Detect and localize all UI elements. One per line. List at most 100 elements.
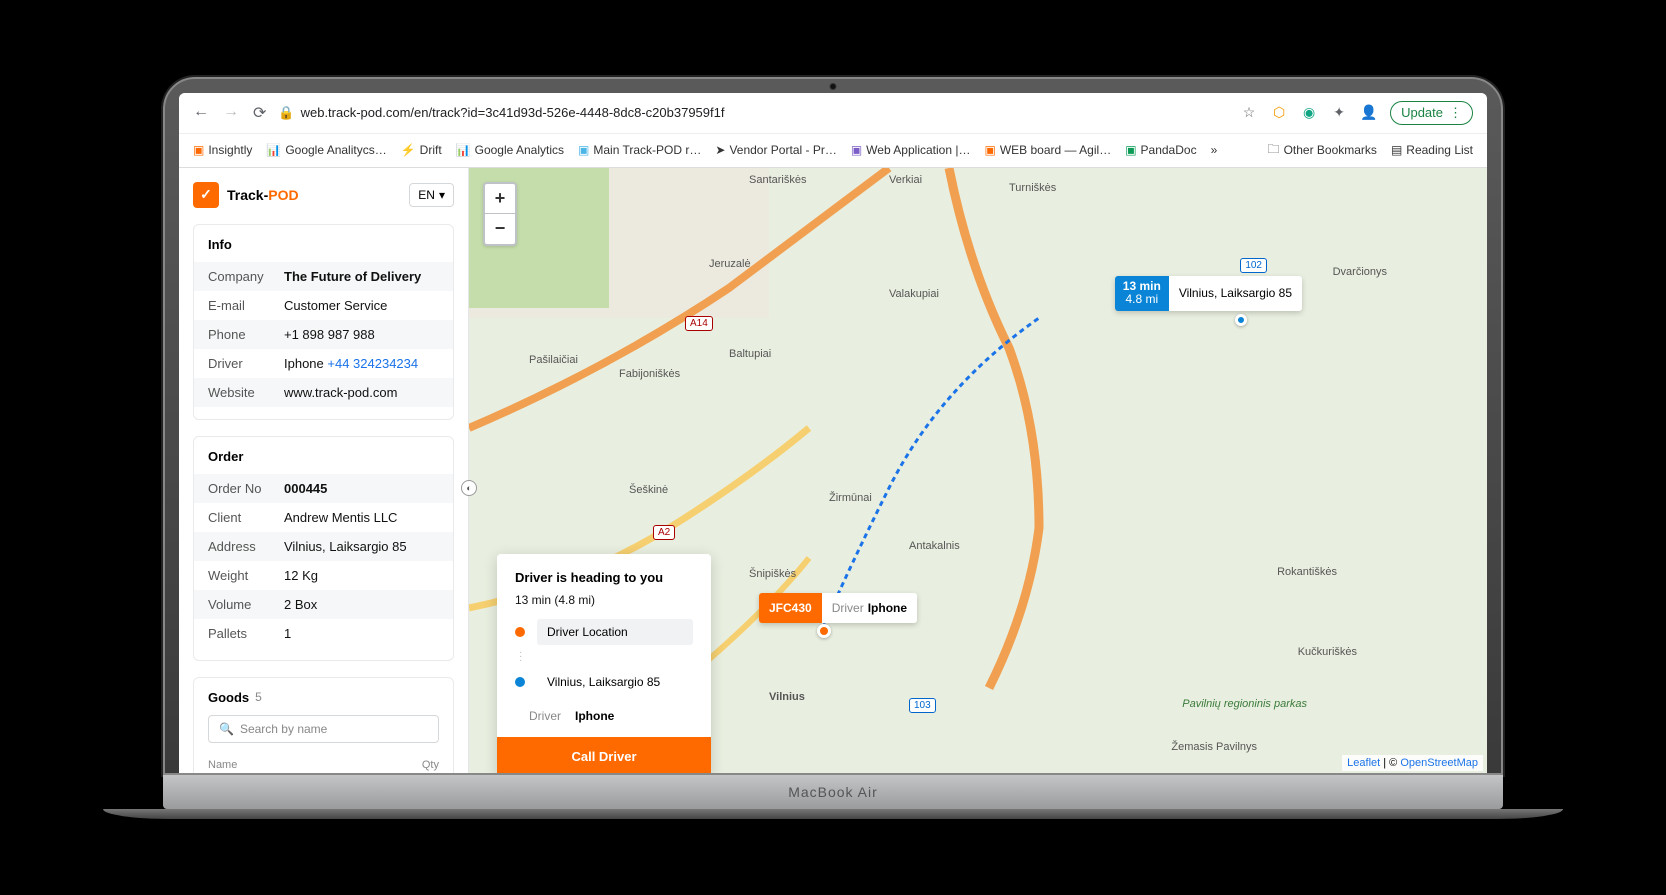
bookmarks-bar: ▣Insightly 📊Google Analitycs… ⚡Drift 📊Go… (179, 133, 1487, 167)
goods-panel: Goods 5 🔍Search by name NameQty Item B5 … (193, 677, 454, 773)
bookmark-item[interactable]: ▣Insightly (193, 143, 252, 157)
map-place-label: Žirmūnai (829, 492, 872, 504)
road-label: 102 (1240, 258, 1267, 273)
bookmark-item[interactable]: ▣PandaDoc (1125, 143, 1196, 157)
goods-search[interactable]: 🔍Search by name (208, 715, 439, 743)
sidebar-collapse-handle[interactable]: ◐ (461, 480, 477, 496)
driver-name: Iphone (868, 601, 907, 615)
bookmark-item[interactable]: 📊Google Analytics (456, 143, 564, 157)
road-label: A14 (685, 316, 713, 331)
bookmark-item[interactable]: 📊Google Analitycs… (266, 143, 386, 157)
browser-chrome: ← → ⟳ 🔒web.track-pod.com/en/track?id=3c4… (179, 93, 1487, 168)
extensions-icon[interactable]: ✦ (1330, 104, 1348, 122)
bookmark-item[interactable]: ⚡Drift (401, 143, 442, 157)
leg-dest: Vilnius, Laiksargio 85 (537, 669, 693, 695)
driver-label: Driver (208, 356, 284, 371)
address-bar[interactable]: 🔒web.track-pod.com/en/track?id=3c41d93d-… (278, 105, 1228, 121)
bookmark-item[interactable]: ▣Main Track-POD r… (578, 143, 701, 157)
orderno-label: Order No (208, 481, 284, 496)
leaflet-link[interactable]: Leaflet (1347, 757, 1380, 769)
driver-phone[interactable]: +44 324234234 (327, 356, 418, 371)
language-selector[interactable]: EN ▾ (409, 183, 454, 207)
driver-name: Iphone (284, 356, 324, 371)
bookmark-item[interactable]: ▣WEB board — Agil… (984, 143, 1111, 157)
email-value[interactable]: Customer Service (284, 298, 439, 313)
map-place-label: Pašilaičiai (529, 354, 578, 366)
extension-icon[interactable]: ⬡ (1270, 104, 1288, 122)
client-label: Client (208, 510, 284, 525)
origin-dot-icon (515, 627, 525, 637)
laptop-frame: ← → ⟳ 🔒web.track-pod.com/en/track?id=3c4… (163, 77, 1503, 775)
other-bookmarks[interactable]: 🗀 Other Bookmarks (1268, 140, 1377, 161)
goods-heading: Goods (208, 690, 249, 705)
info-panel: Info CompanyThe Future of Delivery E-mai… (193, 224, 454, 420)
col-name: Name (208, 759, 422, 771)
kebab-icon: ⋮ (1449, 105, 1462, 121)
driver-tooltip: JFC430 DriverIphone (759, 593, 917, 623)
map-place-label: Žemasis Pavilnys (1171, 741, 1257, 753)
leg-origin: Driver Location (537, 619, 693, 645)
reload-button[interactable]: ⟳ (253, 103, 266, 123)
reading-list[interactable]: ▤ Reading List (1391, 143, 1473, 157)
dest-dist: 4.8 mi (1123, 293, 1161, 307)
search-icon: 🔍 (219, 722, 234, 736)
bookmark-item[interactable]: ➤Vendor Portal - Pr… (715, 143, 836, 157)
goods-count: 5 (255, 690, 262, 704)
website-value[interactable]: www.track-pod.com (284, 385, 439, 400)
laptop-camera (830, 83, 837, 90)
map-place-label: Pavilnių regioninis parkas (1182, 698, 1307, 710)
map-place-label: Valakupiai (889, 288, 939, 300)
rc-driver-name: Iphone (575, 709, 614, 723)
grammarly-icon[interactable]: ◉ (1300, 104, 1318, 122)
order-panel: Order Order No000445 ClientAndrew Mentis… (193, 436, 454, 661)
map-place-label: Šnipiškės (749, 568, 796, 580)
phone-value[interactable]: +1 898 987 988 (284, 327, 439, 342)
update-button[interactable]: Update ⋮ (1390, 101, 1473, 125)
client-value: Andrew Mentis LLC (284, 510, 439, 525)
sidebar: Track-POD EN ▾ Info CompanyThe Future of… (179, 168, 469, 773)
road-label: A2 (653, 525, 675, 540)
back-button[interactable]: ← (193, 103, 209, 123)
laptop-edge (103, 809, 1563, 819)
zoom-in-button[interactable]: + (485, 184, 515, 214)
orderno-value: 000445 (284, 481, 439, 496)
dest-addr: Vilnius, Laiksargio 85 (1169, 276, 1302, 312)
bookmark-overflow[interactable]: » (1211, 143, 1218, 157)
brand-logo (193, 182, 219, 208)
company-label: Company (208, 269, 284, 284)
route-heading: Driver is heading to you (515, 570, 693, 585)
call-driver-button[interactable]: Call Driver (497, 737, 711, 773)
profile-avatar[interactable]: 👤 (1360, 104, 1378, 122)
address-value[interactable]: Vilnius, Laiksargio 85 (284, 539, 439, 554)
driver-marker[interactable] (817, 624, 831, 638)
map-place-label: Fabijoniškės (619, 368, 680, 380)
brand[interactable]: Track-POD (193, 182, 299, 208)
website-label: Website (208, 385, 284, 400)
route-eta: 13 min (4.8 mi) (515, 593, 693, 607)
volume-label: Volume (208, 597, 284, 612)
forward-button[interactable]: → (223, 103, 239, 123)
map-place-label: Verkiai (889, 174, 922, 186)
update-label: Update (1401, 105, 1443, 120)
pallets-label: Pallets (208, 626, 284, 641)
map[interactable]: ◐ + − Valakupiai Santariškės Verkiai Tur… (469, 168, 1487, 773)
laptop-model: MacBook Air (788, 784, 878, 800)
map-place-label: Antakalnis (909, 540, 960, 552)
map-place-label: Dvarčionys (1333, 266, 1387, 278)
route-card: Driver is heading to you 13 min (4.8 mi)… (497, 554, 711, 773)
bookmark-item[interactable]: ▣Web Application |… (851, 143, 971, 157)
url-text: web.track-pod.com/en/track?id=3c41d93d-5… (301, 105, 725, 120)
star-icon[interactable]: ☆ (1240, 104, 1258, 122)
map-attribution: Leaflet | © OpenStreetMap (1342, 755, 1483, 771)
chevron-down-icon: ▾ (439, 188, 445, 202)
route-connector-icon: ··· (519, 651, 693, 663)
phone-label: Phone (208, 327, 284, 342)
zoom-control: + − (483, 182, 517, 246)
destination-tooltip: 13 min4.8 mi Vilnius, Laiksargio 85 (1115, 276, 1302, 312)
road-label: 103 (909, 698, 936, 713)
destination-marker[interactable] (1235, 314, 1247, 326)
app-body: Track-POD EN ▾ Info CompanyThe Future of… (179, 168, 1487, 773)
osm-link[interactable]: OpenStreetMap (1400, 757, 1478, 769)
zoom-out-button[interactable]: − (485, 214, 515, 244)
address-label: Address (208, 539, 284, 554)
